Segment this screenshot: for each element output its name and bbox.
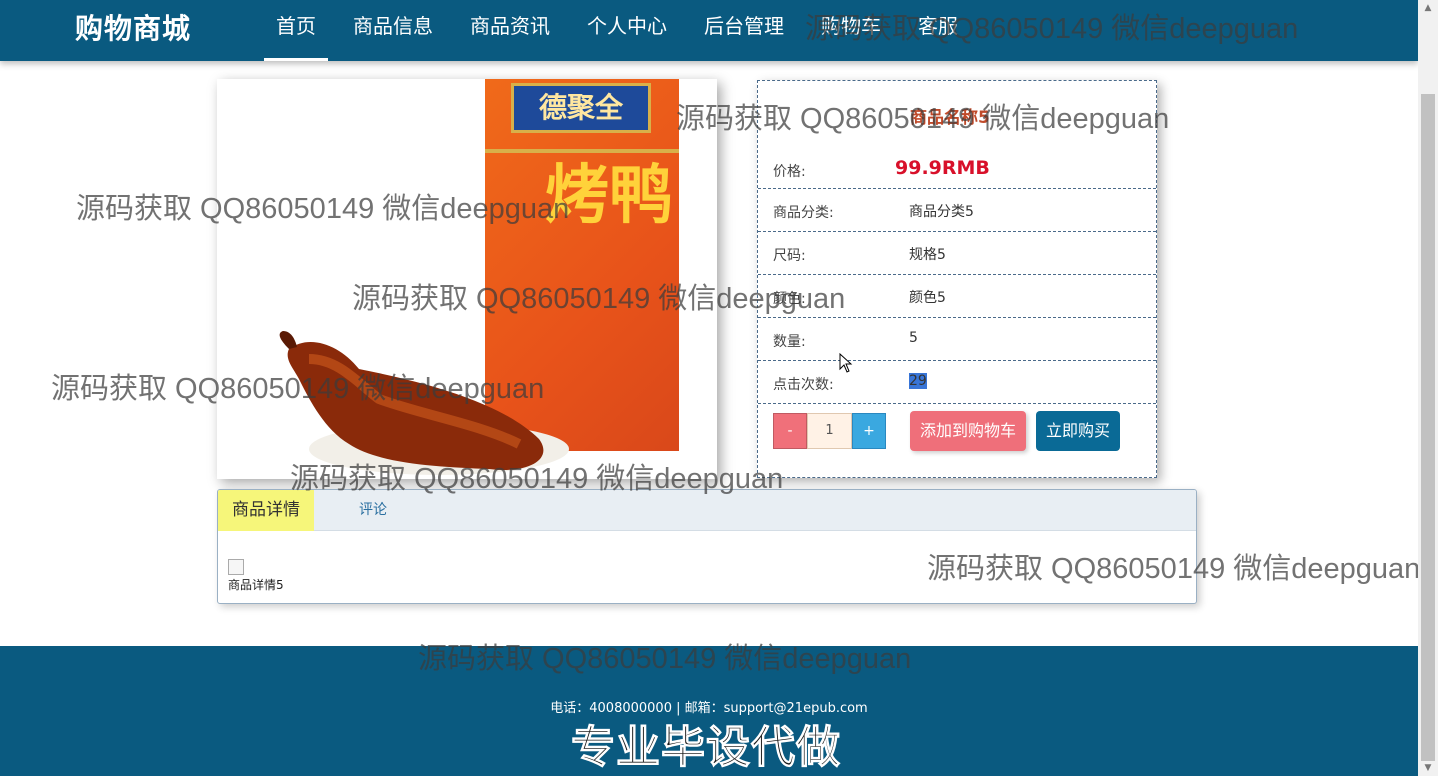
package-stripe xyxy=(485,149,679,153)
tabs-bar: 商品详情 评论 xyxy=(218,490,1196,531)
quantity-decrease-button[interactable]: - xyxy=(773,413,807,449)
info-row-category: 商品分类: 商品分类5 xyxy=(758,189,1156,232)
scroll-down-arrow-icon[interactable]: ▼ xyxy=(1418,760,1438,776)
quantity-stepper: - 1 + xyxy=(773,413,886,449)
page: 购物商城 首页 商品信息 商品资讯 个人中心 后台管理 购物车 客服 德聚全 烤… xyxy=(0,0,1438,776)
scroll-thumb[interactable] xyxy=(1421,94,1435,761)
promo-overlay-text: 专业毕设代做 xyxy=(571,722,841,774)
mouse-cursor-icon xyxy=(839,353,853,373)
package-main-text: 烤鸭 xyxy=(545,158,673,233)
site-brand[interactable]: 购物商城 xyxy=(75,7,191,47)
nav-user-center[interactable]: 个人中心 xyxy=(575,0,679,61)
product-tabs-panel: 商品详情 评论 商品详情5 xyxy=(217,489,1197,604)
stock-value: 5 xyxy=(909,330,918,346)
product-info-panel: 商品名称5 价格: 99.9RMB 商品分类: 商品分类5 尺码: 规格5 颜色… xyxy=(757,80,1157,478)
main-nav: 首页 商品信息 商品资讯 个人中心 后台管理 购物车 客服 xyxy=(264,0,983,61)
broken-image-icon xyxy=(228,559,244,575)
nav-cart[interactable]: 购物车 xyxy=(809,0,893,61)
nav-news[interactable]: 商品资讯 xyxy=(458,0,562,61)
quantity-increase-button[interactable]: + xyxy=(852,413,886,449)
clicks-label: 点击次数: xyxy=(773,377,834,393)
clicks-value: 29 xyxy=(909,373,927,389)
vertical-scrollbar[interactable]: ▲ ▼ xyxy=(1418,0,1438,776)
nav-products[interactable]: 商品信息 xyxy=(341,0,445,61)
price-row xyxy=(758,145,1156,189)
info-row-size: 尺码: 规格5 xyxy=(758,232,1156,275)
color-label: 颜色: xyxy=(773,291,806,307)
top-navbar: 购物商城 首页 商品信息 商品资讯 个人中心 后台管理 购物车 客服 xyxy=(0,0,1418,61)
info-row-quantity: 数量: 5 xyxy=(758,318,1156,361)
nav-admin[interactable]: 后台管理 xyxy=(692,0,796,61)
size-label: 尺码: xyxy=(773,248,806,264)
add-to-cart-button[interactable]: 添加到购物车 xyxy=(910,411,1026,451)
tab-comments[interactable]: 评论 xyxy=(345,490,401,531)
info-row-color: 颜色: 颜色5 xyxy=(758,275,1156,318)
product-title: 商品名称5 xyxy=(910,108,990,128)
tab-product-details[interactable]: 商品详情 xyxy=(218,490,314,531)
stock-label: 数量: xyxy=(773,334,806,350)
size-value: 规格5 xyxy=(909,247,946,263)
category-label: 商品分类: xyxy=(773,205,834,221)
info-row-clicks: 点击次数: 29 xyxy=(758,361,1156,404)
quantity-input[interactable]: 1 xyxy=(807,413,852,449)
nav-home[interactable]: 首页 xyxy=(264,0,328,61)
roast-duck-image xyxy=(279,331,569,475)
nav-service[interactable]: 客服 xyxy=(906,0,970,61)
product-image: 德聚全 烤鸭 xyxy=(217,79,717,479)
buy-now-button[interactable]: 立即购买 xyxy=(1036,411,1120,451)
product-detail-text: 商品详情5 xyxy=(228,578,284,592)
category-value: 商品分类5 xyxy=(909,204,974,220)
scroll-up-arrow-icon[interactable]: ▲ xyxy=(1418,0,1438,16)
package-brand-label: 德聚全 xyxy=(511,83,651,133)
color-value: 颜色5 xyxy=(909,290,946,306)
